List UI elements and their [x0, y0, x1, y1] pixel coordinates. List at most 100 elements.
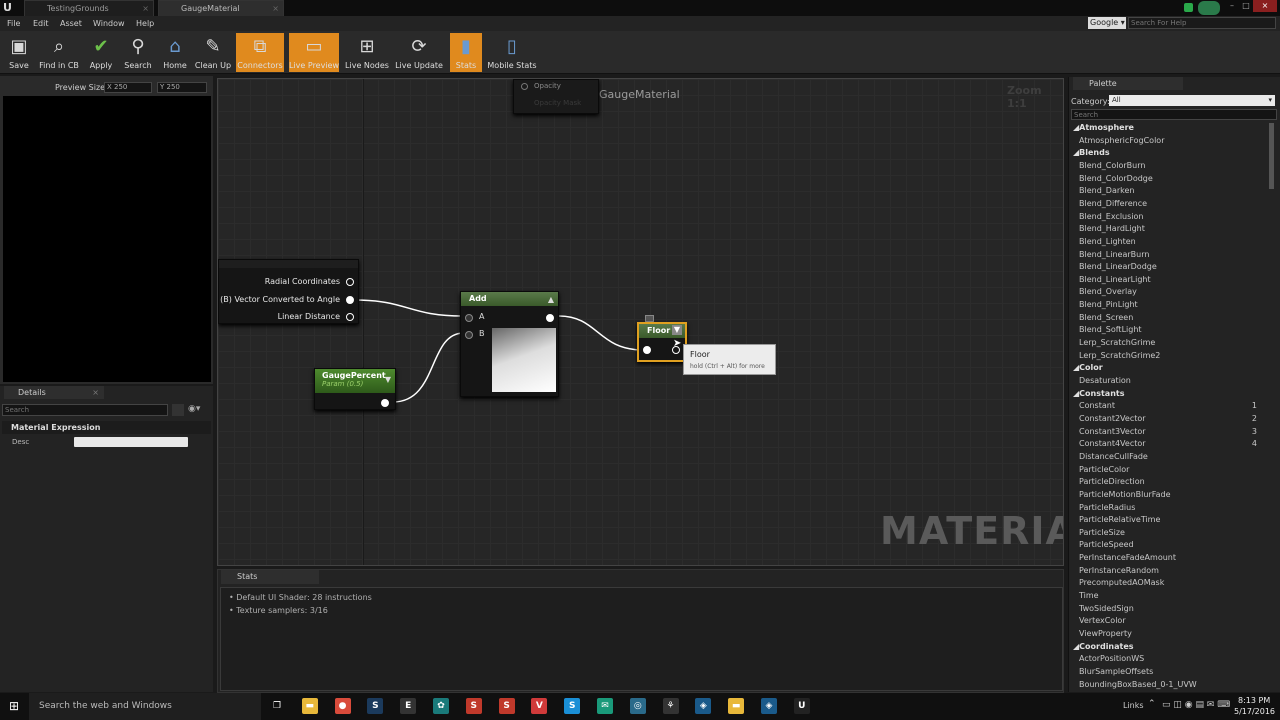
links-toolbar[interactable]: Links [1123, 701, 1144, 710]
palette-item[interactable]: Blend_LinearDodge [1069, 262, 1269, 274]
palette-item[interactable]: Blend_LinearLight [1069, 275, 1269, 287]
palette-item[interactable]: Blend_SoftLight [1069, 325, 1269, 337]
chevron-up-icon[interactable]: ⌃ [1148, 699, 1156, 709]
palette-item[interactable]: ParticleSize [1069, 528, 1269, 540]
app-icon[interactable]: ◈ [695, 698, 712, 714]
palette-item[interactable]: Blend_Screen [1069, 313, 1269, 325]
view-options-icon[interactable] [172, 404, 184, 416]
tab-testinggrounds[interactable]: TestingGrounds × [24, 0, 154, 16]
palette-item[interactable]: Constant3Vector 3 [1069, 427, 1269, 439]
app-icon[interactable]: S [498, 698, 515, 714]
tab-palette[interactable]: Palette [1073, 77, 1183, 90]
gaugepercent-param-node[interactable]: GaugePercent Param (0.5) ▼ [314, 368, 396, 410]
maximize-icon[interactable]: □ [1239, 0, 1253, 12]
eye-icon[interactable]: ◉▾ [188, 404, 210, 416]
palette-item[interactable]: Constant 1 [1069, 401, 1269, 413]
palette-item[interactable]: DistanceCullFade [1069, 452, 1269, 464]
palette-search-input[interactable] [1071, 109, 1277, 120]
palette-item[interactable]: Blend_Difference [1069, 199, 1269, 211]
live-preview-button[interactable]: ▭ Live Preview [289, 33, 339, 72]
gaugepercent-output-pin[interactable] [381, 399, 389, 407]
taskbar-search-box[interactable]: Search the web and Windows [29, 693, 261, 720]
vector-angle-pin[interactable] [346, 296, 354, 304]
palette-item[interactable]: Blend_ColorDodge [1069, 174, 1269, 186]
notification-icon[interactable] [1184, 3, 1193, 12]
tray-icons[interactable]: ▭ ◫ ◉ ▤ ✉ ⌨ [1162, 700, 1230, 710]
palette-item[interactable]: Time [1069, 591, 1269, 603]
palette-item[interactable]: VertexColor [1069, 616, 1269, 628]
material-expression-section[interactable]: Material Expression [2, 421, 211, 434]
palette-item[interactable]: ParticleSpeed [1069, 540, 1269, 552]
app-icon[interactable]: ⚘ [662, 698, 679, 714]
clock-time[interactable]: 8:13 PM [1238, 696, 1270, 705]
skype-icon[interactable]: S [564, 698, 581, 714]
home-button[interactable]: ⌂ Home [158, 33, 192, 72]
preview-viewport[interactable] [3, 96, 211, 382]
palette-item[interactable]: ActorPositionWS [1069, 654, 1269, 666]
vivaldi-icon[interactable]: V [531, 698, 548, 714]
menu-edit[interactable]: Edit [33, 16, 49, 31]
comment-icon[interactable] [645, 315, 654, 322]
find-in-cb-button[interactable]: ⌕ Find in CB [38, 33, 80, 72]
save-button[interactable]: ▣ Save [2, 33, 36, 72]
collapse-icon[interactable]: ▲ [548, 293, 554, 307]
add-input-b-pin[interactable] [465, 331, 473, 339]
collapse-icon[interactable]: ▼ [385, 375, 391, 384]
linear-distance-pin[interactable] [346, 313, 354, 321]
palette-category[interactable]: ◢Blends [1069, 148, 1269, 160]
help-search-input[interactable] [1128, 17, 1276, 29]
unreal-icon[interactable]: U [793, 698, 810, 714]
close-window-icon[interactable]: × [1253, 0, 1277, 12]
menu-asset[interactable]: Asset [60, 16, 82, 31]
preview-size-y-spinner[interactable]: Y 250 [157, 82, 207, 93]
clean-up-button[interactable]: ✎ Clean Up [194, 33, 232, 72]
floor-input-pin[interactable] [643, 346, 651, 354]
minimize-icon[interactable]: – [1225, 0, 1239, 12]
collapse-icon[interactable]: ▼ [672, 325, 682, 335]
palette-item[interactable]: Constant4Vector 4 [1069, 439, 1269, 451]
palette-item[interactable]: ParticleDirection [1069, 477, 1269, 489]
app-icon[interactable]: ✿ [433, 698, 449, 714]
search-button[interactable]: ⚲ Search [120, 33, 156, 72]
close-icon[interactable]: × [142, 1, 149, 17]
epic-games-icon[interactable]: E [400, 698, 417, 714]
live-update-button[interactable]: ⟳ Live Update [394, 33, 444, 72]
palette-item[interactable]: PerInstanceRandom [1069, 566, 1269, 578]
connectors-button[interactable]: ⧉ Connectors [236, 33, 284, 72]
app-icon[interactable]: S [465, 698, 482, 714]
palette-item[interactable]: BoundingBoxBased_0-1_UVW [1069, 680, 1269, 692]
apply-button[interactable]: ✔ Apply [84, 33, 118, 72]
palette-item[interactable]: Lerp_ScratchGrime2 [1069, 351, 1269, 363]
palette-item[interactable]: Blend_Overlay [1069, 287, 1269, 299]
palette-item[interactable]: ParticleColor [1069, 465, 1269, 477]
close-icon[interactable]: × [272, 1, 279, 17]
close-icon[interactable]: × [92, 386, 99, 399]
palette-item[interactable]: Blend_PinLight [1069, 300, 1269, 312]
palette-category[interactable]: ◢Coordinates [1069, 642, 1269, 654]
palette-item[interactable]: Blend_LinearBurn [1069, 250, 1269, 262]
folder-icon[interactable]: ▬ [728, 698, 745, 714]
palette-item[interactable]: PerInstanceFadeAmount [1069, 553, 1269, 565]
palette-item[interactable]: AtmosphericFogColor [1069, 136, 1269, 148]
palette-item[interactable]: ParticleMotionBlurFade [1069, 490, 1269, 502]
menu-file[interactable]: File [7, 16, 20, 31]
tab-details[interactable]: Details × [4, 386, 104, 399]
clock-date[interactable]: 5/17/2016 [1234, 707, 1275, 716]
details-search-input[interactable] [2, 404, 168, 416]
live-nodes-button[interactable]: ⊞ Live Nodes [344, 33, 390, 72]
palette-item[interactable]: ViewProperty [1069, 629, 1269, 641]
palette-item[interactable]: Blend_HardLight [1069, 224, 1269, 236]
palette-item[interactable]: Blend_Exclusion [1069, 212, 1269, 224]
palette-item[interactable]: PrecomputedAOMask [1069, 578, 1269, 590]
palette-category[interactable]: ◢Color [1069, 363, 1269, 375]
palette-item[interactable]: ParticleRelativeTime [1069, 515, 1269, 527]
palette-item[interactable]: Lerp_ScratchGrime [1069, 338, 1269, 350]
tab-stats[interactable]: Stats [221, 570, 319, 584]
mobile-stats-button[interactable]: ▯ Mobile Stats [486, 33, 538, 72]
search-engine-select[interactable]: Google ▾ [1088, 17, 1126, 29]
palette-item[interactable]: BlurSampleOffsets [1069, 667, 1269, 679]
palette-item[interactable]: Blend_ColorBurn [1069, 161, 1269, 173]
app-icon[interactable]: ◈ [761, 698, 777, 714]
menu-window[interactable]: Window [93, 16, 125, 31]
palette-item[interactable]: Blend_Lighten [1069, 237, 1269, 249]
